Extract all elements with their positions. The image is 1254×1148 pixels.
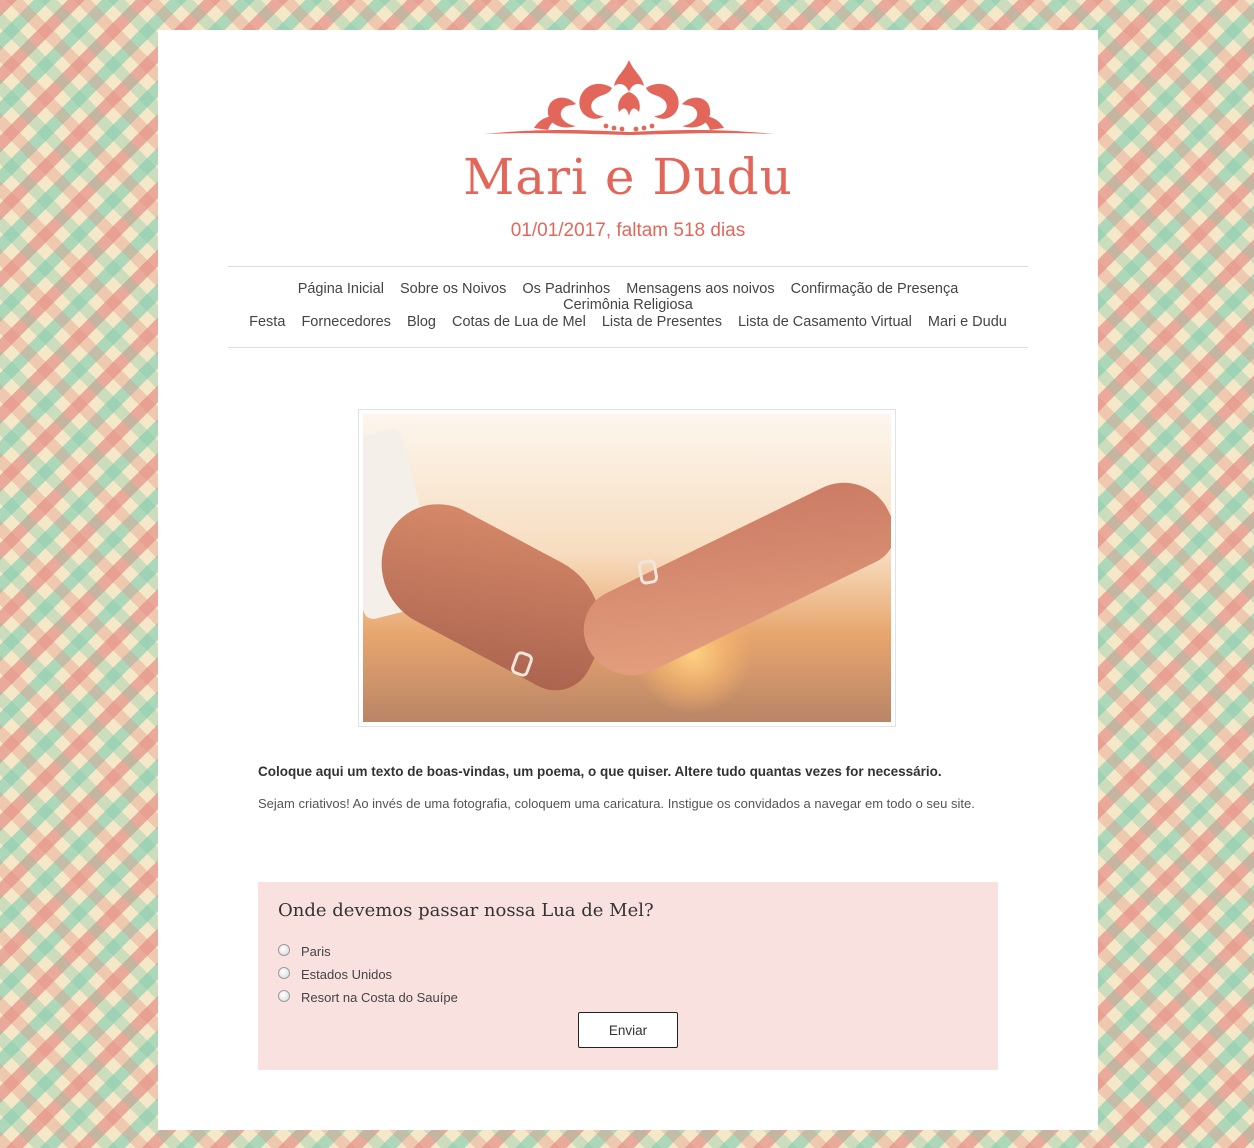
main-navigation: Página Inicial Sobre os Noivos Os Padrin… [228, 266, 1028, 348]
radio-button[interactable] [278, 989, 290, 1002]
nav-item-pagina-inicial[interactable]: Página Inicial [298, 281, 384, 297]
wedding-hands-photo [363, 414, 891, 722]
nav-item-fornecedores[interactable]: Fornecedores [301, 314, 390, 330]
nav-item-confirmacao[interactable]: Confirmação de Presença [791, 281, 959, 297]
welcome-body-text: Sejam criativos! Ao invés de uma fotogra… [258, 796, 975, 811]
poll-option-costa-do-sauipe[interactable]: Resort na Costa do Sauípe [278, 989, 458, 1005]
welcome-lead-text: Coloque aqui um texto de boas-vindas, um… [258, 764, 942, 779]
poll-question: Onde devemos passar nossa Lua de Mel? [278, 900, 654, 921]
poll-option-label: Paris [301, 944, 331, 959]
radio-button[interactable] [278, 943, 290, 956]
nav-row-1: Página Inicial Sobre os Noivos Os Padrin… [228, 281, 1028, 313]
poll-option-label: Resort na Costa do Sauípe [301, 990, 458, 1005]
nav-item-blog[interactable]: Blog [407, 314, 436, 330]
radio-button[interactable] [278, 966, 290, 979]
groom-hand [363, 484, 628, 704]
page-container: Mari e Dudu 01/01/2017, faltam 518 dias … [158, 30, 1098, 1130]
nav-item-lista-casamento-virtual[interactable]: Lista de Casamento Virtual [738, 314, 912, 330]
site-title: Mari e Dudu [463, 148, 793, 206]
nav-item-festa[interactable]: Festa [249, 314, 285, 330]
nav-item-mari-e-dudu[interactable]: Mari e Dudu [928, 314, 1007, 330]
poll-option-label: Estados Unidos [301, 967, 393, 982]
nav-item-mensagens[interactable]: Mensagens aos noivos [626, 281, 774, 297]
nav-item-sobre-os-noivos[interactable]: Sobre os Noivos [400, 281, 506, 297]
hero-image-frame [358, 409, 896, 727]
nav-item-lista-de-presentes[interactable]: Lista de Presentes [602, 314, 722, 330]
nav-row-2: Festa Fornecedores Blog Cotas de Lua de … [228, 314, 1028, 330]
poll-option-paris[interactable]: Paris [278, 943, 331, 959]
nav-item-cotas-lua-de-mel[interactable]: Cotas de Lua de Mel [452, 314, 586, 330]
nav-item-os-padrinhos[interactable]: Os Padrinhos [522, 281, 610, 297]
poll-option-estados-unidos[interactable]: Estados Unidos [278, 966, 393, 982]
nav-item-cerimonia[interactable]: Cerimônia Religiosa [563, 297, 693, 313]
damask-flourish-icon [484, 60, 774, 135]
wedding-date-countdown: 01/01/2017, faltam 518 dias [510, 220, 746, 241]
poll-submit-button[interactable]: Enviar [578, 1012, 678, 1048]
bride-ring-icon [637, 558, 659, 586]
honeymoon-poll: Onde devemos passar nossa Lua de Mel? Pa… [258, 882, 998, 1070]
